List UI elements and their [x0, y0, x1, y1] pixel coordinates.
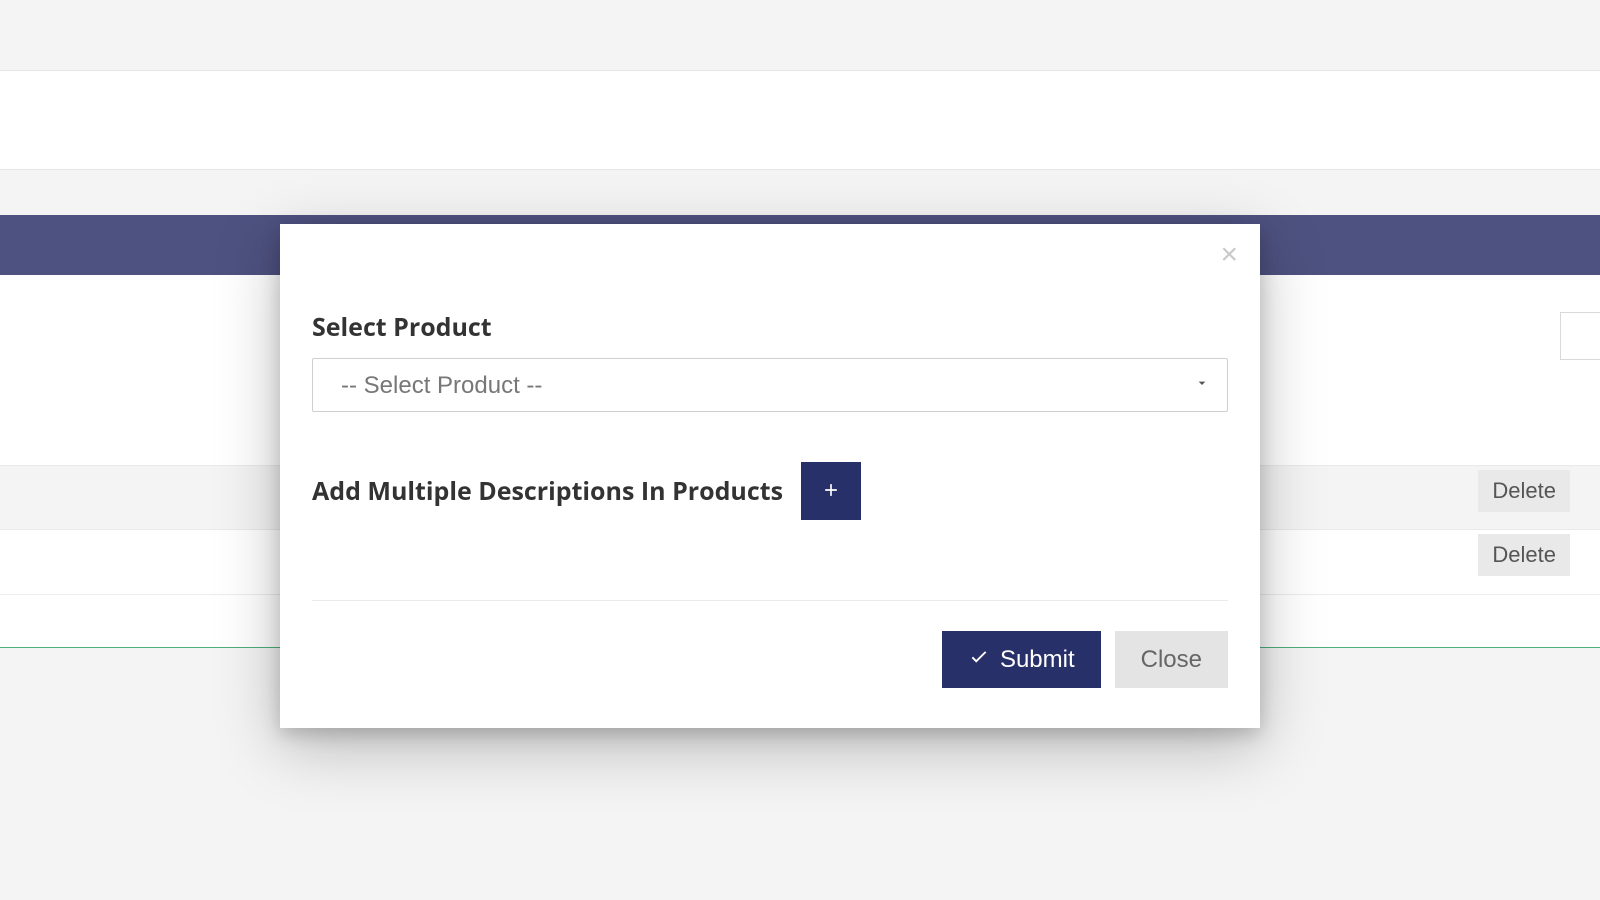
- submit-button[interactable]: Submit: [942, 631, 1101, 688]
- select-product-label: Select Product: [312, 310, 1228, 344]
- modal-body: Select Product -- Select Product -- Add …: [280, 224, 1260, 728]
- product-modal: × Select Product -- Select Product -- Ad…: [280, 224, 1260, 728]
- plus-icon: [821, 480, 841, 503]
- delete-button-label: Delete: [1492, 542, 1556, 567]
- modal-close-button[interactable]: ×: [1220, 240, 1238, 270]
- modal-footer: Submit Close: [312, 631, 1228, 688]
- add-description-button[interactable]: [801, 462, 861, 520]
- close-icon: ×: [1220, 238, 1238, 271]
- add-descriptions-row: Add Multiple Descriptions In Products: [312, 462, 1228, 520]
- delete-button[interactable]: Delete: [1478, 534, 1570, 576]
- close-button[interactable]: Close: [1115, 631, 1228, 688]
- search-input-fragment[interactable]: [1560, 312, 1600, 360]
- page-toolbar-band: [0, 70, 1600, 170]
- select-product-wrap: -- Select Product --: [312, 358, 1228, 412]
- delete-button[interactable]: Delete: [1478, 470, 1570, 512]
- delete-button-label: Delete: [1492, 478, 1556, 503]
- check-icon: [968, 645, 990, 674]
- select-product-dropdown[interactable]: -- Select Product --: [312, 358, 1228, 412]
- close-button-label: Close: [1141, 646, 1202, 673]
- submit-button-label: Submit: [1000, 646, 1075, 674]
- add-descriptions-label: Add Multiple Descriptions In Products: [312, 474, 783, 508]
- modal-divider: [312, 600, 1228, 601]
